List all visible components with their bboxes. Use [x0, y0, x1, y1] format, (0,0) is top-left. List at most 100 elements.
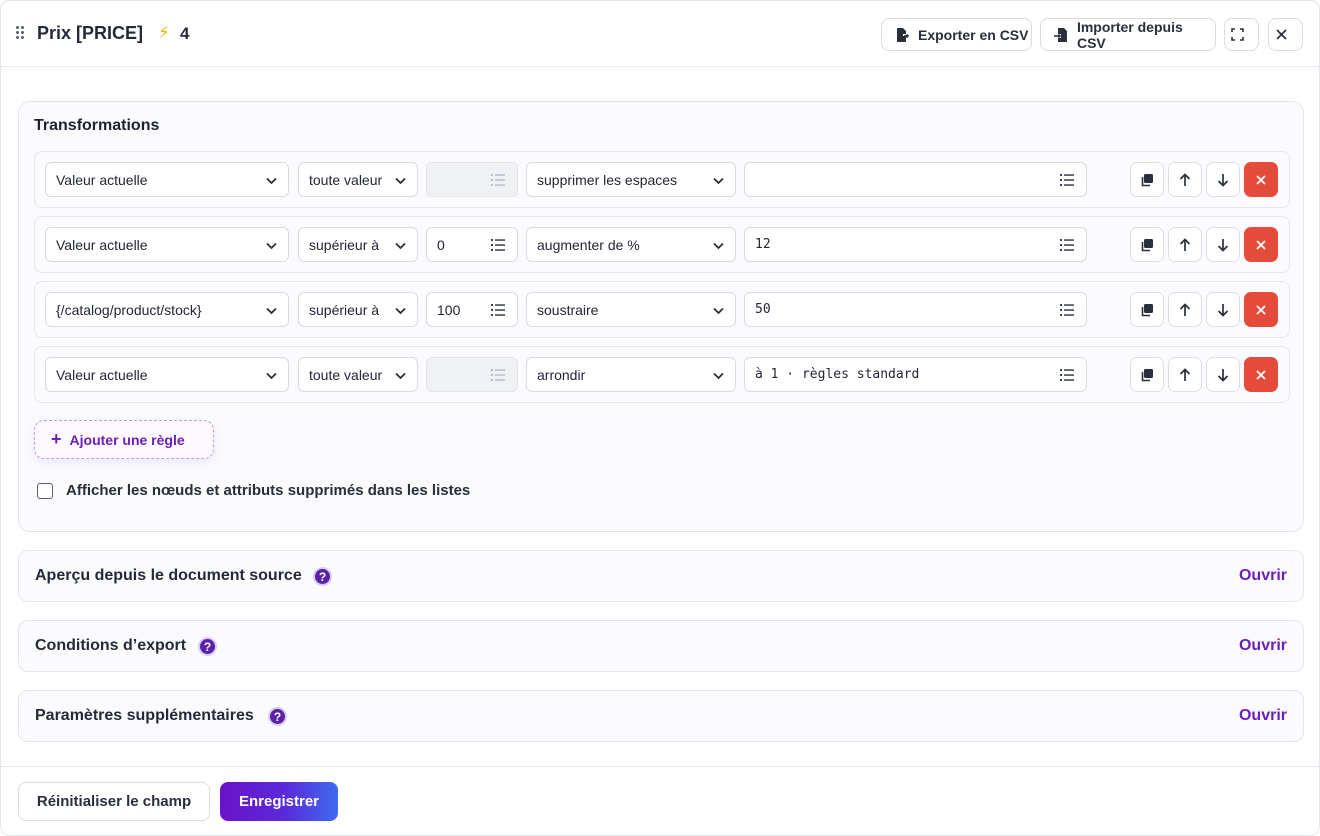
transformation-rule-row: Valeur actuelle supérieur à 0 augmenter de … — [34, 216, 1290, 273]
action-select[interactable]: augmenter de % — [526, 227, 736, 262]
fullscreen-button[interactable] — [1224, 18, 1259, 51]
drag-handle-icon[interactable] — [16, 26, 26, 40]
export-csv-button[interactable]: Exporter en CSV — [881, 18, 1032, 51]
reset-field-button[interactable]: Réinitialiser le champ — [18, 782, 210, 821]
duplicate-rule-button[interactable] — [1130, 227, 1164, 262]
arrow-up-icon — [1179, 367, 1191, 381]
move-down-button[interactable] — [1206, 357, 1240, 392]
list-icon[interactable] — [491, 174, 505, 186]
condition-number-input[interactable]: 100 — [426, 292, 518, 327]
action-value-text: 12 — [755, 237, 771, 252]
action-value-input[interactable]: 12 — [744, 227, 1087, 262]
help-icon[interactable]: ? — [313, 567, 332, 586]
action-select[interactable]: arrondir — [526, 357, 736, 392]
action-value-input[interactable]: à 1 · règles standard — [744, 357, 1087, 392]
move-up-button[interactable] — [1168, 227, 1202, 262]
section-source-preview[interactable]: Aperçu depuis le document source ? Ouvri… — [18, 550, 1304, 602]
list-icon[interactable] — [1060, 174, 1074, 186]
help-icon[interactable]: ? — [268, 707, 287, 726]
condition-select[interactable]: supérieur à — [298, 292, 418, 327]
chevron-down-icon — [395, 177, 406, 185]
list-icon[interactable] — [491, 239, 505, 251]
condition-number-value: 0 — [437, 236, 445, 253]
action-select-value: supprimer les espaces — [537, 171, 678, 188]
source-select-value: Valeur actuelle — [56, 171, 148, 188]
copy-icon — [1141, 303, 1153, 316]
condition-number-input — [426, 162, 518, 197]
condition-number-input[interactable]: 0 — [426, 227, 518, 262]
duplicate-rule-button[interactable] — [1130, 292, 1164, 327]
help-icon[interactable]: ? — [198, 637, 217, 656]
copy-icon — [1141, 173, 1153, 186]
list-icon[interactable] — [1060, 239, 1074, 251]
delete-rule-button[interactable] — [1244, 227, 1278, 262]
duplicate-rule-button[interactable] — [1130, 357, 1164, 392]
section-open-link[interactable]: Ouvrir — [1239, 707, 1287, 725]
action-select[interactable]: supprimer les espaces — [526, 162, 736, 197]
list-icon[interactable] — [1060, 304, 1074, 316]
arrow-down-icon — [1217, 303, 1229, 317]
source-select[interactable]: Valeur actuelle — [45, 162, 289, 197]
arrow-down-icon — [1217, 368, 1229, 382]
close-icon — [1256, 369, 1266, 380]
duplicate-rule-button[interactable] — [1130, 162, 1164, 197]
move-up-button[interactable] — [1168, 162, 1202, 197]
arrow-up-icon — [1179, 237, 1191, 251]
export-file-icon — [897, 27, 910, 42]
move-up-button[interactable] — [1168, 292, 1202, 327]
chevron-down-icon — [395, 242, 406, 250]
arrow-down-icon — [1217, 173, 1229, 187]
condition-number-value: 100 — [437, 301, 461, 318]
source-select[interactable]: Valeur actuelle — [45, 227, 289, 262]
delete-rule-button[interactable] — [1244, 357, 1278, 392]
close-icon — [1256, 174, 1266, 185]
condition-select[interactable]: supérieur à — [298, 227, 418, 262]
move-down-button[interactable] — [1206, 292, 1240, 327]
action-value-input[interactable]: 50 — [744, 292, 1087, 327]
action-select-value: augmenter de % — [537, 236, 640, 253]
list-icon[interactable] — [1060, 369, 1074, 381]
close-icon — [1276, 29, 1287, 40]
delete-rule-button[interactable] — [1244, 162, 1278, 197]
delete-rule-button[interactable] — [1244, 292, 1278, 327]
source-select[interactable]: Valeur actuelle — [45, 357, 289, 392]
chevron-down-icon — [713, 307, 724, 315]
fullscreen-icon — [1231, 28, 1244, 41]
list-icon[interactable] — [491, 304, 505, 316]
add-rule-button[interactable]: + Ajouter une règle — [34, 420, 214, 459]
section-extra-settings[interactable]: Paramètres supplémentaires ? Ouvrir — [18, 690, 1304, 742]
copy-icon — [1141, 368, 1153, 381]
show-deleted-label: Afficher les nœuds et attributs supprimé… — [66, 482, 471, 499]
save-button[interactable]: Enregistrer — [220, 782, 338, 821]
move-down-button[interactable] — [1206, 227, 1240, 262]
chevron-down-icon — [395, 307, 406, 315]
field-editor-modal: Prix [PRICE] ⚡ 4 Exporter en CSV Importe… — [0, 0, 1320, 836]
modal-header: Prix [PRICE] ⚡ 4 Exporter en CSV Importe… — [1, 1, 1319, 67]
section-title: Conditions d’export — [35, 637, 187, 654]
transformations-panel: Transformations Valeur actuelle toute val… — [18, 101, 1304, 532]
section-open-link[interactable]: Ouvrir — [1239, 567, 1287, 585]
section-open-link[interactable]: Ouvrir — [1239, 637, 1287, 655]
action-value-text: à 1 · règles standard — [755, 367, 920, 382]
move-down-button[interactable] — [1206, 162, 1240, 197]
action-select-value: arrondir — [537, 366, 586, 383]
source-select[interactable]: {/catalog/product/stock} — [45, 292, 289, 327]
condition-select[interactable]: toute valeur — [298, 357, 418, 392]
move-up-button[interactable] — [1168, 357, 1202, 392]
show-deleted-checkbox[interactable] — [37, 483, 53, 499]
action-value-input[interactable] — [744, 162, 1087, 197]
import-csv-button[interactable]: Importer depuis CSV — [1040, 18, 1216, 51]
condition-select[interactable]: toute valeur — [298, 162, 418, 197]
section-export-conditions[interactable]: Conditions d’export ? Ouvrir — [18, 620, 1304, 672]
chevron-down-icon — [266, 242, 277, 250]
chevron-down-icon — [266, 307, 277, 315]
chevron-down-icon — [713, 177, 724, 185]
list-icon[interactable] — [491, 369, 505, 381]
close-button[interactable] — [1268, 18, 1303, 51]
action-select[interactable]: soustraire — [526, 292, 736, 327]
transformation-rule-row: Valeur actuelle toute valeur supprimer les… — [34, 151, 1290, 208]
modal-footer: Réinitialiser le champ Enregistrer — [1, 766, 1319, 835]
chevron-down-icon — [266, 177, 277, 185]
chevron-down-icon — [713, 242, 724, 250]
arrow-up-icon — [1179, 172, 1191, 186]
